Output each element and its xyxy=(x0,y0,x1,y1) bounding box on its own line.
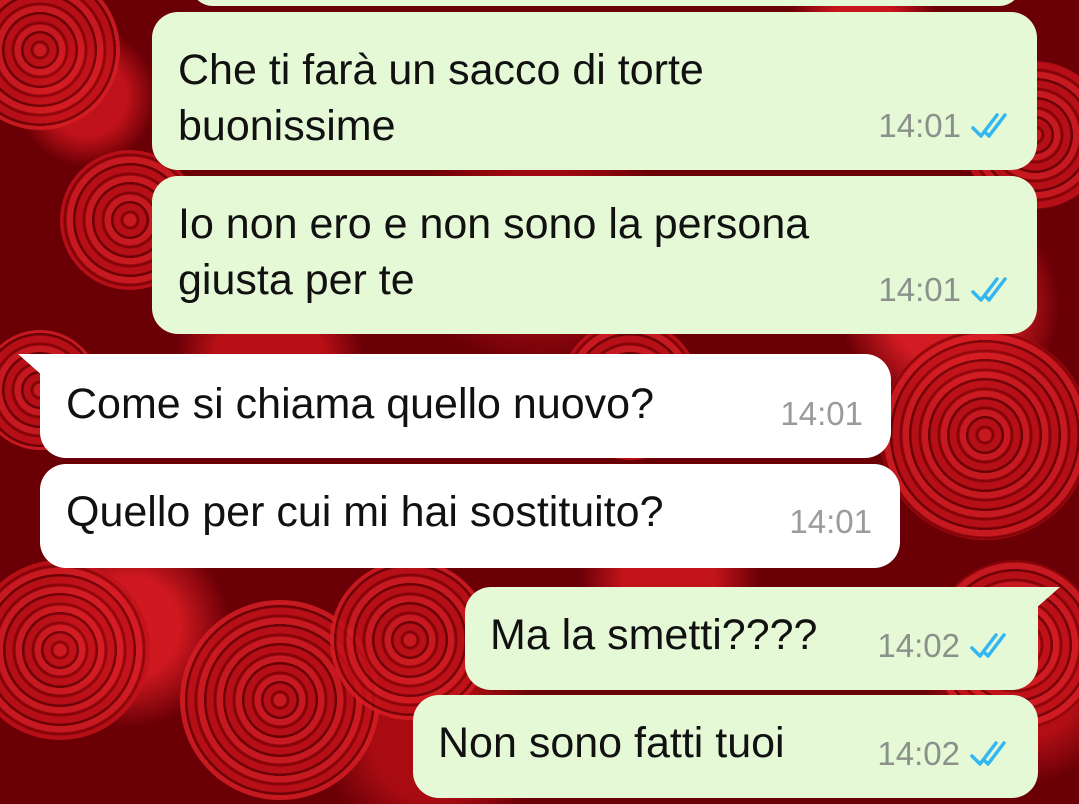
message-text-line: Che ti farà un sacco di torte xyxy=(178,46,704,94)
message-text-line: Ma la smetti???? xyxy=(490,611,818,659)
message-text-line: Io non ero e non sono la persona xyxy=(178,200,810,248)
message-text-line: Non sono fatti tuoi xyxy=(438,719,785,767)
read-double-check-icon xyxy=(971,113,1007,138)
message-bubble-incoming[interactable]: Come si chiama quello nuovo? 14:01 xyxy=(18,354,891,458)
message-time: 14:01 xyxy=(878,271,961,308)
message-time: 14:02 xyxy=(877,735,960,772)
message-time: 14:01 xyxy=(878,107,961,144)
bubble-tail xyxy=(18,354,52,384)
message-time: 14:01 xyxy=(780,395,863,432)
read-double-check-icon xyxy=(970,741,1006,766)
message-bubble-incoming[interactable]: Quello per cui mi hai sostituito? 14:01 xyxy=(40,464,900,568)
read-double-check-icon xyxy=(970,633,1006,658)
read-double-check-icon xyxy=(971,277,1007,302)
message-bubble-outgoing[interactable]: Non sono fatti tuoi 14:02 xyxy=(413,695,1038,798)
message-text-line: giusta per te xyxy=(178,256,415,304)
message-time: 14:02 xyxy=(877,627,960,664)
bubble-tail xyxy=(1026,587,1060,617)
message-bubble-outgoing[interactable]: Io non ero e non sono la persona giusta … xyxy=(152,176,1037,334)
message-bubble-outgoing[interactable]: Ma la smetti???? 14:02 xyxy=(465,587,1060,690)
message-time: 14:01 xyxy=(789,503,872,540)
previous-message-edge[interactable] xyxy=(190,0,1022,6)
message-text-line: Quello per cui mi hai sostituito? xyxy=(66,488,664,536)
message-bubble-outgoing[interactable]: Che ti farà un sacco di torte buonissime… xyxy=(152,12,1037,170)
message-text-line: Come si chiama quello nuovo? xyxy=(66,380,654,428)
message-text-line: buonissime xyxy=(178,102,396,150)
